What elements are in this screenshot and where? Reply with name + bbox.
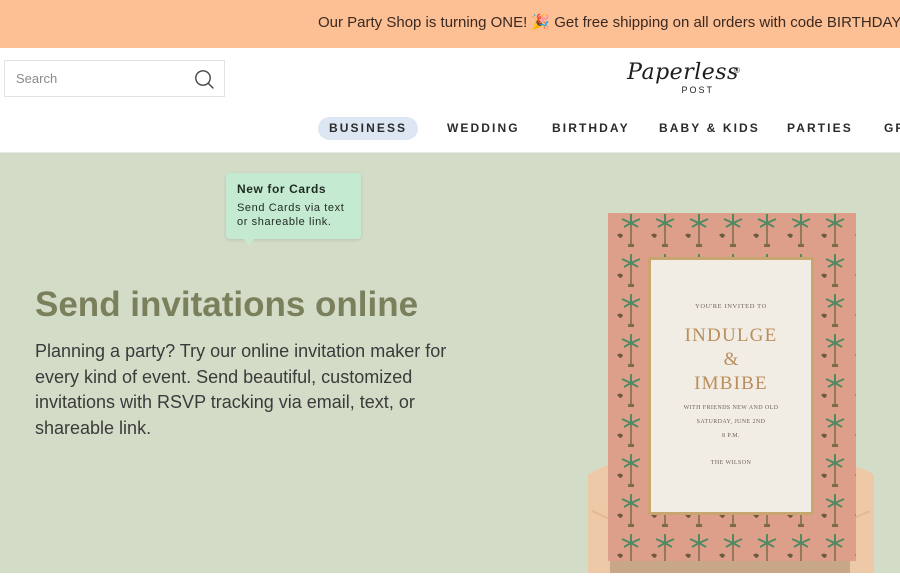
category-nav: BUSINESS WEDDING BIRTHDAY BABY & KIDS PA…: [0, 108, 900, 148]
search-input[interactable]: [5, 61, 185, 96]
search-icon[interactable]: [193, 68, 215, 90]
logo-wordmark: Paperless: [627, 60, 739, 85]
nav-item-baby-kids[interactable]: BABY & KIDS: [659, 117, 760, 140]
new-feature-badge[interactable]: New for Cards Send Cards via text or sha…: [226, 173, 361, 239]
promo-banner: Our Party Shop is turning ONE! 🎉 Get fre…: [0, 0, 900, 48]
card-line-indulge: INDULGE: [685, 325, 778, 346]
nav-item-more[interactable]: GR: [884, 117, 900, 140]
page-bottom-strip: [0, 573, 900, 580]
card-line-date: SATURDAY, JUNE 2ND: [697, 419, 766, 425]
search-box[interactable]: [4, 60, 225, 97]
hero-section: New for Cards Send Cards via text or sha…: [0, 153, 900, 573]
card-line-friends: WITH FRIENDS NEW AND OLD: [684, 405, 779, 411]
card-line-invite: YOU'RE INVITED TO: [695, 303, 767, 310]
hero-description: Planning a party? Try our online invitat…: [35, 341, 447, 438]
logo-subtitle: POST: [681, 85, 714, 95]
hero-title: Send invitations online: [35, 285, 419, 324]
nav-item-birthday[interactable]: BIRTHDAY: [552, 117, 630, 140]
card-line-imbibe: IMBIBE: [694, 373, 768, 394]
card-line-venue: THE WILSON: [711, 460, 752, 466]
card-line-ampersand: &: [724, 349, 739, 370]
badge-title: New for Cards: [237, 182, 327, 196]
nav-item-wedding[interactable]: WEDDING: [447, 117, 520, 140]
card-line-time: 8 P.M.: [722, 433, 740, 439]
badge-body: Send Cards via text or shareable link.: [237, 202, 345, 228]
invitation-card-image[interactable]: YOU'RE INVITED TO INDULGE & IMBIBE WITH …: [580, 211, 880, 573]
nav-item-business[interactable]: BUSINESS: [318, 117, 419, 140]
logo-registered-mark: ®: [734, 66, 740, 75]
paperless-post-logo[interactable]: Paperless ® POST: [620, 60, 746, 98]
promo-text: Our Party Shop is turning ONE! 🎉 Get fre…: [318, 14, 900, 31]
badge-tail: [242, 237, 256, 245]
nav-item-parties[interactable]: PARTIES: [787, 117, 853, 140]
